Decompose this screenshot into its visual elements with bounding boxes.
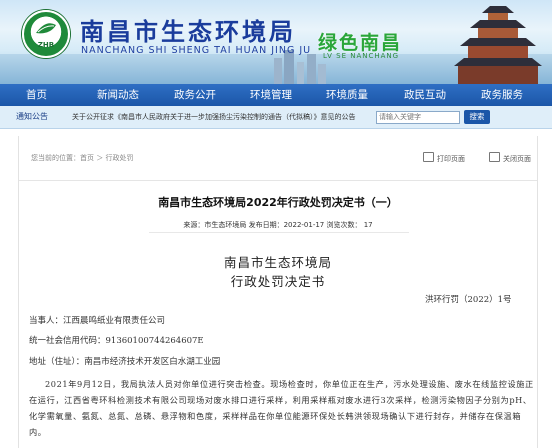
meta-divider: [149, 232, 409, 233]
divider: [19, 180, 537, 181]
nav-item-interaction[interactable]: 政民互动: [404, 84, 446, 106]
credit-code-line: 统一社会信用代码：91360100744264607E: [29, 336, 204, 346]
pavilion-illustration: [454, 6, 542, 84]
slogan-pinyin: LV SE NANCHANG: [323, 52, 400, 60]
main-nav: 首页 新闻动态 政务公开 环境管理 环境质量 政民互动 政务服务: [0, 84, 552, 106]
slogan: 绿色南昌: [318, 32, 403, 54]
notice-bar: 通知公告 关于公开征求《南昌市人民政府关于进一步加强扬尘污染控制的通告（代拟稿）…: [0, 106, 552, 129]
article-title: 南昌市生态环境局2022年行政处罚决定书（一）: [158, 196, 398, 209]
logo-text: ZHB: [37, 41, 55, 49]
notice-scroll-link[interactable]: 关于公开征求《南昌市人民政府关于进一步加强扬尘污染控制的通告（代拟稿）》意见的公…: [72, 106, 372, 128]
close-window-icon: [489, 152, 500, 162]
site-logo[interactable]: ZHB: [22, 10, 70, 58]
nav-item-news[interactable]: 新闻动态: [97, 84, 139, 106]
address-line: 地址（住址）：南昌市经济技术开发区白水湖工业园: [29, 357, 221, 367]
article-meta: 来源：市生态环境局 发布日期：2022-01-17 浏览次数： 17: [183, 221, 373, 229]
nav-item-home[interactable]: 首页: [26, 84, 47, 106]
document-number: 洪环行罚（2022）1号: [425, 295, 512, 305]
search-input[interactable]: [376, 111, 460, 124]
search-button[interactable]: 搜索: [464, 110, 490, 124]
nav-item-gov-affairs[interactable]: 政务公开: [174, 84, 216, 106]
nav-item-env-quality[interactable]: 环境质量: [326, 84, 368, 106]
nav-item-env-management[interactable]: 环境管理: [250, 84, 292, 106]
printer-icon: [423, 152, 434, 162]
close-page-label: 关闭页面: [503, 155, 531, 163]
notice-label: 通知公告: [16, 112, 48, 121]
close-page-button[interactable]: 关闭页面: [489, 152, 531, 164]
leaf-globe-icon: [36, 23, 56, 34]
site-title: 南昌市生态环境局: [80, 18, 296, 46]
party-line: 当事人：江西晨鸣纸业有限责任公司: [29, 316, 166, 326]
site-title-pinyin: NANCHANG SHI SHENG TAI HUAN JING JU: [81, 45, 312, 56]
print-page-label: 打印页面: [437, 155, 465, 163]
site-header: ZHB 南昌市生态环境局 NANCHANG SHI SHENG TAI HUAN…: [0, 0, 552, 84]
article-panel: 您当前的位置：首页 ＞ 行政处罚 打印页面 关闭页面 南昌市生态环境局2022年…: [18, 136, 538, 448]
document-type: 行政处罚决定书: [230, 274, 326, 289]
body-paragraph: 2021年9月12日，我局执法人员对你单位进行突击检查。现场检查时，你单位正在生…: [29, 379, 534, 437]
document-issuer: 南昌市生态环境局: [223, 255, 332, 270]
nav-item-services[interactable]: 政务服务: [481, 84, 523, 106]
print-page-button[interactable]: 打印页面: [423, 152, 465, 164]
breadcrumb[interactable]: 您当前的位置：首页 ＞ 行政处罚: [31, 153, 133, 163]
